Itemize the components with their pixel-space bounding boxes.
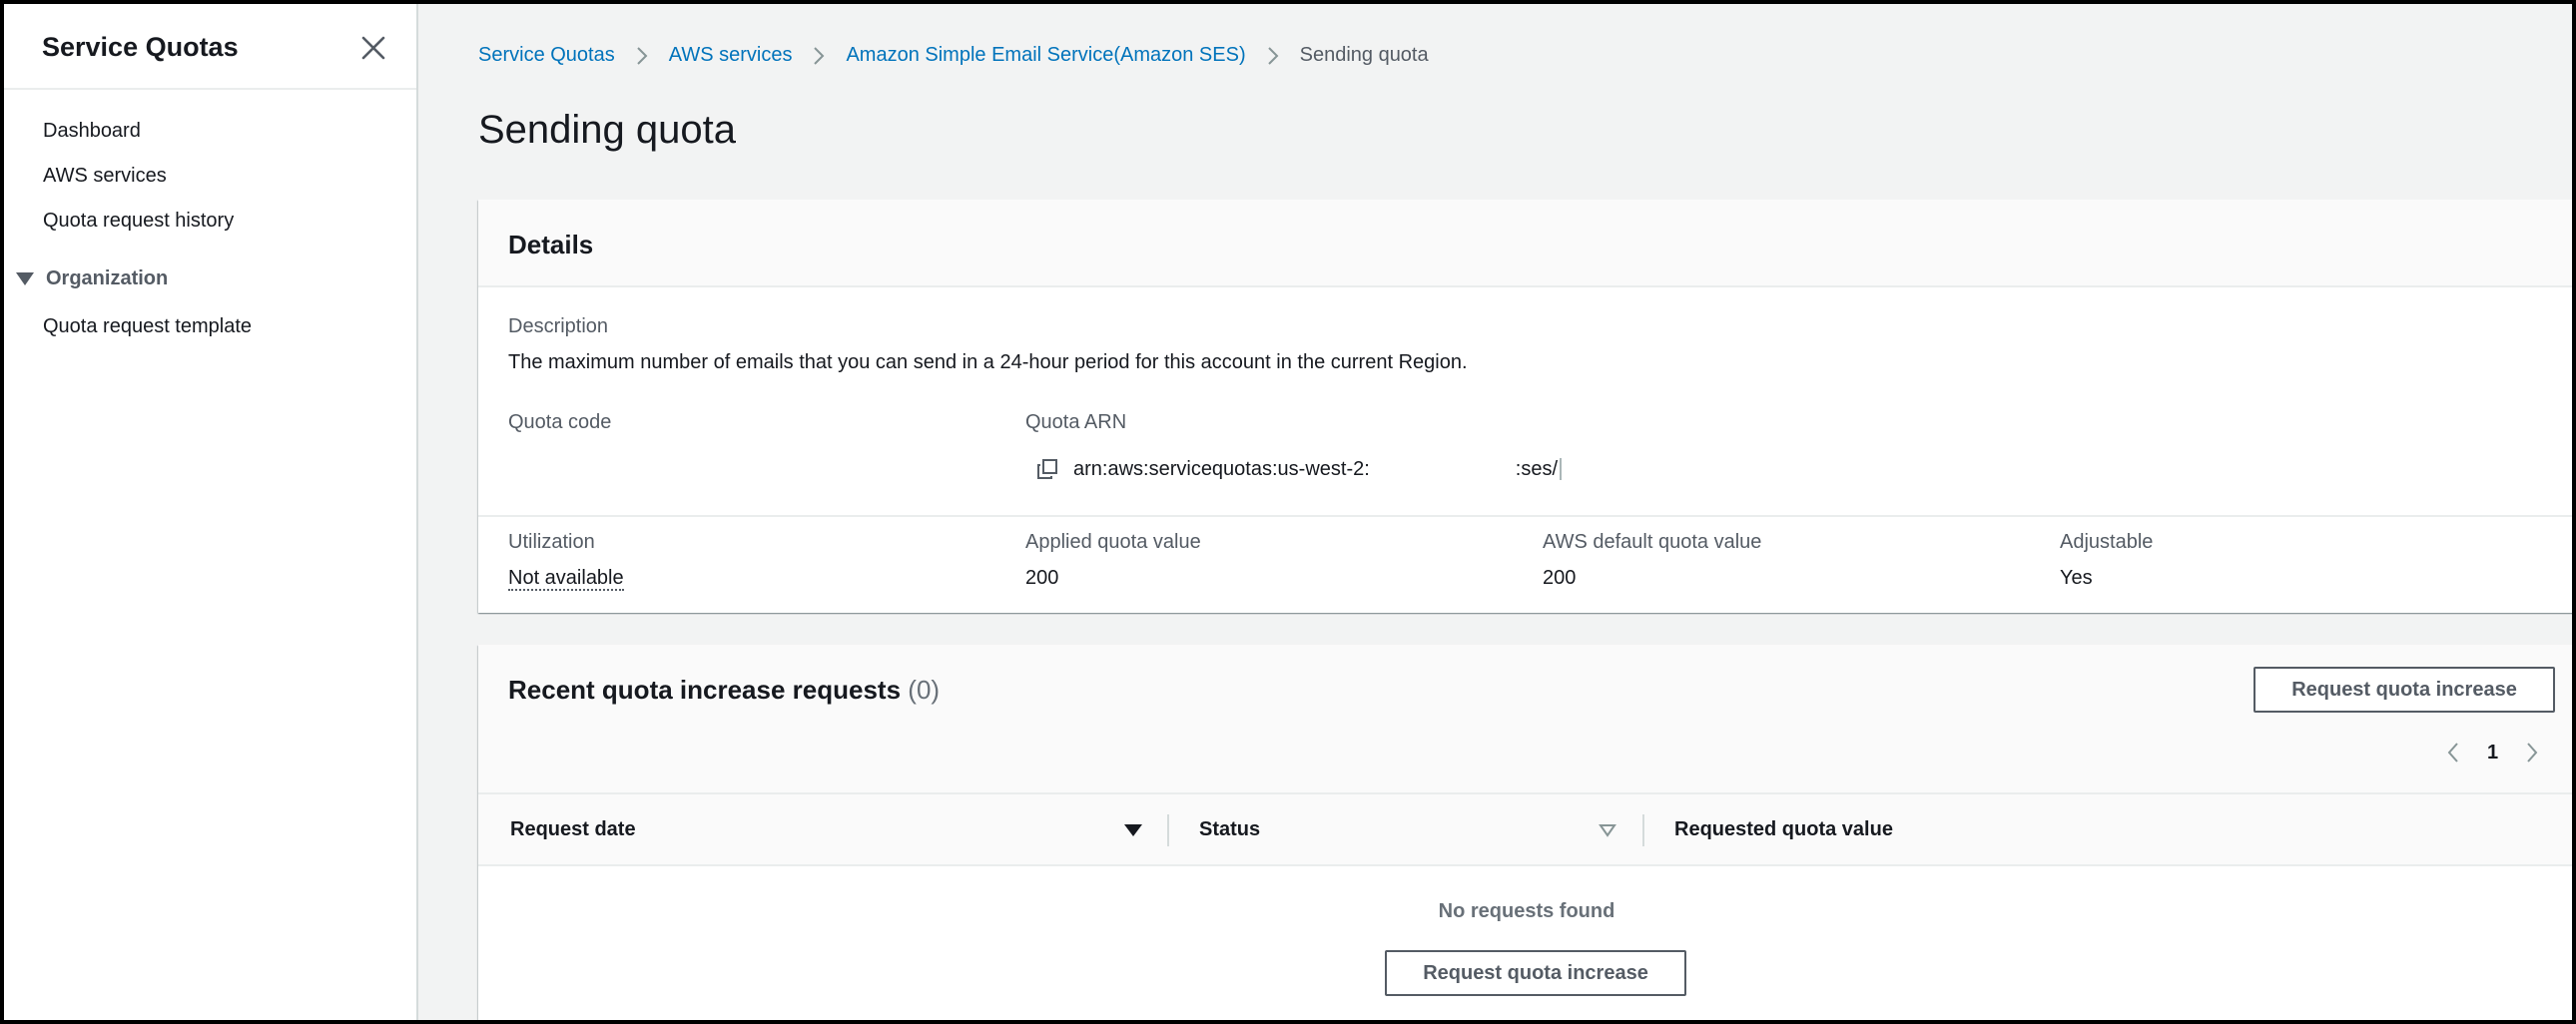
breadcrumb-aws-services[interactable]: AWS services [669,44,793,67]
chevron-right-icon[interactable] [2524,741,2540,765]
sidebar-header: Service Quotas [4,4,416,90]
column-requested-quota-value[interactable]: Requested quota value [1674,794,1893,864]
breadcrumb: Service Quotas AWS services Amazon Simpl… [478,44,1429,67]
column-status[interactable]: Status [1199,794,1260,864]
quota-arn-value: arn:aws:servicequotas:us-west-2: :ses/ [1035,457,1563,481]
column-request-date[interactable]: Request date [510,794,636,864]
copy-icon[interactable] [1035,457,1059,481]
app-frame: Service Quotas Dashboard AWS services Qu… [4,4,2572,1020]
details-panel: Details Description The maximum number o… [478,200,2572,613]
table-header: Request date Status Requested quota valu… [478,792,2572,866]
details-divider [478,515,2572,517]
chevron-left-icon[interactable] [2445,741,2461,765]
close-icon[interactable] [357,32,389,64]
sidebar: Service Quotas Dashboard AWS services Qu… [4,4,418,1020]
pagination: 1 [2445,741,2540,765]
utilization-value[interactable]: Not available [508,567,624,591]
empty-request-quota-increase-button[interactable]: Request quota increase [1385,950,1686,996]
sidebar-item-quota-request-history[interactable]: Quota request history [43,210,234,233]
request-quota-increase-button[interactable]: Request quota increase [2254,667,2555,713]
requests-count: (0) [908,675,941,705]
applied-quota-label: Applied quota value [1025,531,1201,553]
quota-arn-label: Quota ARN [1025,411,1127,433]
details-heading: Details [508,230,594,259]
sidebar-item-aws-services[interactable]: AWS services [43,165,167,188]
main-content: Service Quotas AWS services Amazon Simpl… [420,4,2572,1020]
breadcrumb-amazon-ses[interactable]: Amazon Simple Email Service(Amazon SES) [846,44,1245,67]
adjustable-value: Yes [2060,567,2093,589]
page-number[interactable]: 1 [2487,742,2498,765]
description-value: The maximum number of emails that you ca… [508,351,1468,373]
caret-down-icon [16,272,34,285]
column-separator [1167,814,1169,846]
requests-heading-text: Recent quota increase requests [508,675,902,705]
quota-arn-suffix: :ses/ [1515,457,1559,480]
sort-descending-icon[interactable] [1123,822,1143,838]
sidebar-item-dashboard[interactable]: Dashboard [43,120,141,143]
column-separator [1642,814,1644,846]
default-quota-value: 200 [1543,567,1577,589]
sidebar-item-quota-request-template[interactable]: Quota request template [43,315,252,338]
chevron-right-icon [792,45,846,67]
sort-unsorted-icon[interactable] [1599,822,1616,838]
utilization-label: Utilization [508,531,595,553]
default-quota-label: AWS default quota value [1543,531,1762,553]
adjustable-label: Adjustable [2060,531,2154,553]
quota-arn-prefix: arn:aws:servicequotas:us-west-2: [1073,457,1370,480]
details-header: Details [478,200,2572,287]
requests-heading: Recent quota increase requests (0) [508,675,940,706]
sidebar-section-label: Organization [46,267,169,289]
requests-header: Recent quota increase requests (0) Reque… [478,645,2572,792]
page-title: Sending quota [478,108,737,152]
breadcrumb-service-quotas[interactable]: Service Quotas [478,44,615,67]
breadcrumb-current: Sending quota [1299,44,1429,66]
sidebar-title: Service Quotas [42,32,239,62]
chevron-right-icon [1246,45,1300,67]
sidebar-section-organization[interactable]: Organization [16,267,168,290]
empty-state-text: No requests found [1438,900,1615,922]
chevron-right-icon [615,45,669,67]
applied-quota-value: 200 [1025,567,1059,589]
quota-code-label: Quota code [508,411,612,433]
description-label: Description [508,315,609,337]
requests-panel: Recent quota increase requests (0) Reque… [478,645,2572,1020]
